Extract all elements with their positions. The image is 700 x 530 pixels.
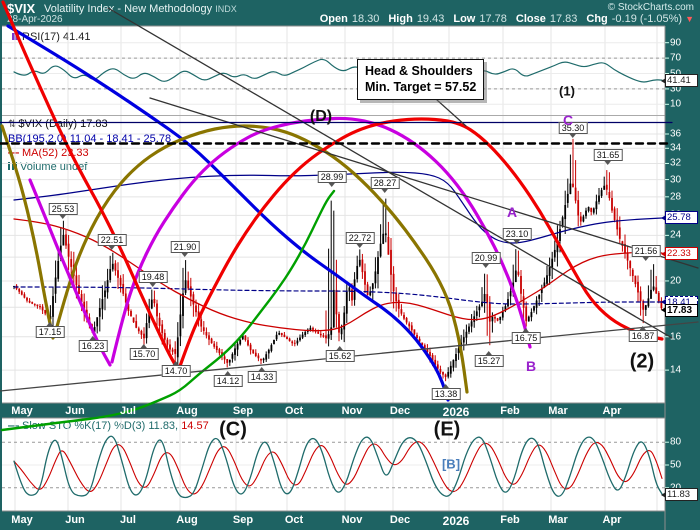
chart-title: Volatility Index - New Methodology INDX [44,3,237,15]
price-and-rsi-panel [2,26,665,403]
volume-bars-icon [8,162,17,170]
stochastic-legend: —Slow STO %K(17) %D(3) 11.83, 14.57 [8,420,209,433]
rsi-indicator-icon [12,33,19,40]
quote-label: High [388,13,412,25]
rsi-legend: RSI(17) 41.41 [12,31,90,44]
head-and-shoulders-annotation: Head & Shoulders Min. Target = 57.52 [357,59,484,100]
quote-value: 18.30 [352,13,380,25]
month-axis-strip-main [0,403,700,418]
quote-label: Close [516,13,546,25]
ma-line-icon: — [8,147,19,159]
updown-arrows-icon: ⇅ [8,119,16,130]
quote-value: 17.78 [479,13,507,25]
ohlc-quote-row: Open 18.30 High 19.43 Low 17.78 Close 17.83 Chg-… [311,13,694,25]
sto-line-icon: — [8,420,19,432]
quote-value: -0.19 (-1.05%) [612,13,682,25]
price-axis-strip [665,26,700,530]
date-label: 28-Apr-2026 [7,14,63,25]
volume-legend: Volume undef [8,161,87,174]
quote-label: Low [453,13,475,25]
price-legend: ⇅$VIX (Daily) 17.83 [8,118,108,131]
copyright-label: © StockCharts.com [608,2,694,13]
quote-label: Chg [586,13,607,25]
exchange-label: INDX [215,4,237,14]
quote-value: 17.83 [550,13,578,25]
bollinger-legend: BB(195,2.0) 11.04 - 18.41 - 25.78 [8,133,171,146]
quote-value: 19.43 [417,13,445,25]
quote-label: Open [320,13,348,25]
stockcharts-vix-chart: $VIX Volatility Index - New Methodology … [0,0,700,530]
ma-legend: —MA(52) 22.33 [8,147,89,160]
change-down-triangle-icon[interactable]: ▼ [685,14,694,24]
month-axis-strip-osc [0,511,700,530]
header: $VIX Volatility Index - New Methodology … [0,0,700,26]
